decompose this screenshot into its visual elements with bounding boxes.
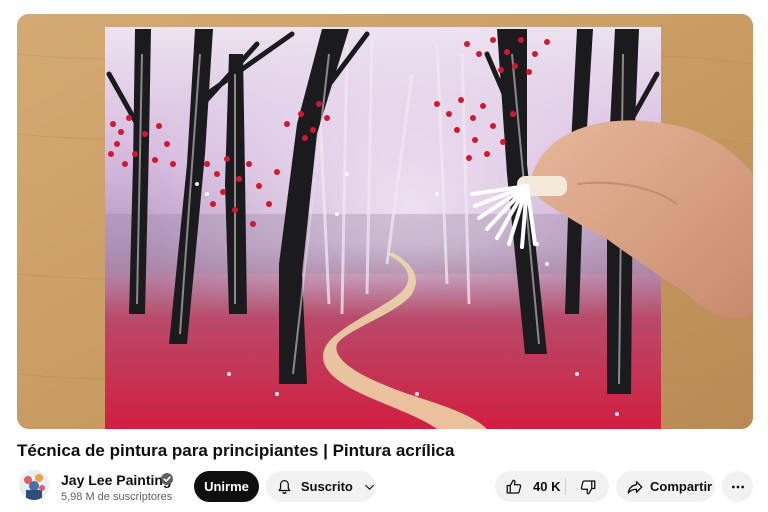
share-arrow-icon <box>627 480 643 494</box>
join-button[interactable]: Unirme <box>194 471 259 502</box>
video-title: Técnica de pintura para principiantes | … <box>17 441 455 460</box>
like-dislike-group: 40 K <box>495 471 609 502</box>
share-label: Compartir <box>650 479 713 494</box>
bell-icon <box>278 479 291 494</box>
thumbs-up-icon <box>506 479 522 494</box>
verified-check-icon <box>161 473 173 485</box>
like-button[interactable]: 40 K <box>495 471 565 502</box>
more-horizontal-icon <box>731 485 744 488</box>
avatar-image <box>19 470 49 500</box>
chevron-down-icon <box>365 484 374 490</box>
subscribed-button[interactable]: Suscrito <box>266 471 376 502</box>
more-actions-button[interactable] <box>722 471 753 502</box>
video-frame-painting <box>17 14 753 429</box>
video-player[interactable] <box>17 14 753 429</box>
video-owner-row: Jay Lee Painting 5,98 M de suscriptores … <box>17 470 753 504</box>
dislike-button[interactable] <box>566 471 609 502</box>
thumbs-down-icon <box>580 479 595 494</box>
share-button[interactable]: Compartir <box>616 471 715 502</box>
subscribed-label: Suscrito <box>300 479 353 494</box>
channel-avatar[interactable] <box>19 470 49 500</box>
like-count: 40 K <box>533 479 561 494</box>
subscriber-count: 5,98 M de suscriptores <box>61 491 173 503</box>
channel-name[interactable]: Jay Lee Painting <box>61 471 171 489</box>
